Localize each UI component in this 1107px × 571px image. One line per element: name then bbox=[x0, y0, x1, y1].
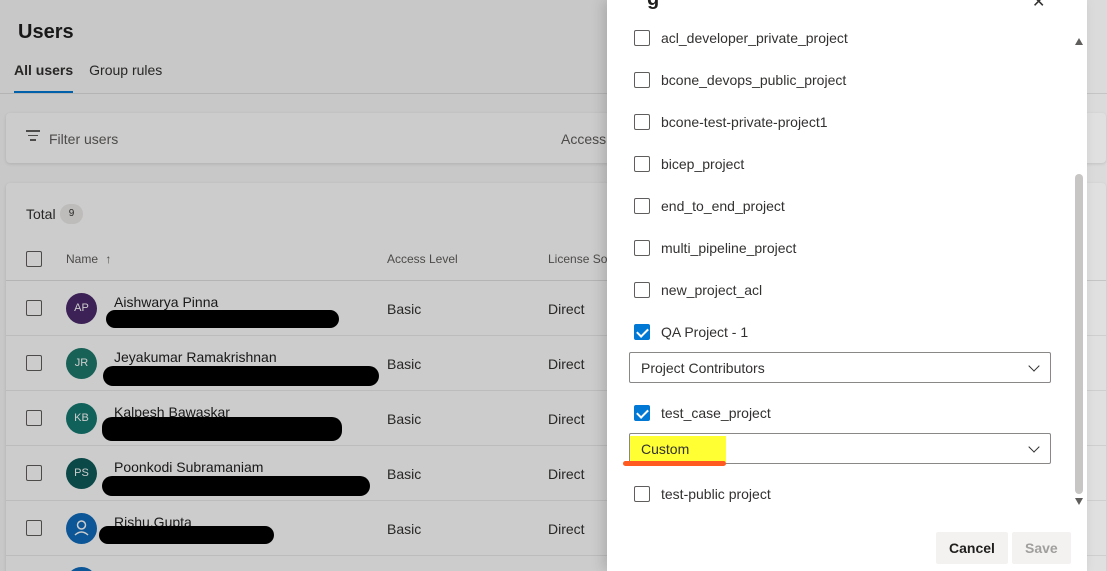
dropdown-selected-value: Custom bbox=[641, 441, 690, 457]
project-item-bcone-devops[interactable]: bcone_devops_public_project bbox=[634, 72, 846, 88]
project-label: acl_developer_private_project bbox=[661, 30, 848, 46]
chevron-down-icon bbox=[1028, 360, 1040, 372]
project-label: test-public project bbox=[661, 486, 771, 502]
project-label: bcone-test-private-project1 bbox=[661, 114, 828, 130]
project-item-bicep[interactable]: bicep_project bbox=[634, 156, 744, 172]
project-item-new-project-acl[interactable]: new_project_acl bbox=[634, 282, 762, 298]
test-case-project-role-dropdown[interactable]: Custom bbox=[623, 433, 1051, 466]
project-checkbox[interactable] bbox=[634, 240, 650, 256]
project-item-multi-pipeline[interactable]: multi_pipeline_project bbox=[634, 240, 796, 256]
project-checkbox-checked[interactable] bbox=[634, 324, 650, 340]
project-item-test-public[interactable]: test-public project bbox=[634, 486, 771, 502]
project-label: new_project_acl bbox=[661, 282, 763, 298]
save-button[interactable]: Save bbox=[1012, 532, 1071, 564]
scrollbar-thumb[interactable] bbox=[1075, 174, 1083, 494]
dropdown-selected-value: Project Contributors bbox=[641, 360, 765, 376]
panel-title: g bbox=[647, 0, 659, 11]
qa-project-role-dropdown[interactable]: Project Contributors bbox=[629, 352, 1051, 383]
chevron-down-icon bbox=[1028, 441, 1040, 453]
panel-scrollbar[interactable] bbox=[1073, 30, 1085, 510]
project-label: end_to_end_project bbox=[661, 198, 785, 214]
scroll-down-icon[interactable] bbox=[1075, 498, 1083, 505]
close-icon[interactable]: ✕ bbox=[1032, 0, 1045, 12]
project-label: bicep_project bbox=[661, 156, 745, 172]
project-checkbox[interactable] bbox=[634, 486, 650, 502]
project-item-acl-developer[interactable]: acl_developer_private_project bbox=[634, 30, 848, 46]
project-label: multi_pipeline_project bbox=[661, 240, 797, 256]
project-checkbox[interactable] bbox=[634, 114, 650, 130]
scroll-up-icon[interactable] bbox=[1075, 38, 1083, 45]
project-checkbox[interactable] bbox=[634, 72, 650, 88]
project-checkbox[interactable] bbox=[634, 198, 650, 214]
project-item-end-to-end[interactable]: end_to_end_project bbox=[634, 198, 785, 214]
modal-overlay[interactable] bbox=[0, 0, 607, 571]
project-item-bcone-test[interactable]: bcone-test-private-project1 bbox=[634, 114, 828, 130]
orange-underline-annotation bbox=[623, 461, 726, 466]
project-access-panel: g ✕ acl_developer_private_project bcone_… bbox=[607, 0, 1087, 571]
project-checkbox[interactable] bbox=[634, 30, 650, 46]
project-item-qa-project[interactable]: QA Project - 1 bbox=[634, 324, 748, 340]
project-item-test-case[interactable]: test_case_project bbox=[634, 405, 771, 421]
project-checkbox[interactable] bbox=[634, 156, 650, 172]
project-label: QA Project - 1 bbox=[661, 324, 749, 340]
project-label: test_case_project bbox=[661, 405, 771, 421]
background-edge bbox=[1087, 0, 1107, 571]
project-checkbox[interactable] bbox=[634, 282, 650, 298]
project-checkbox-checked[interactable] bbox=[634, 405, 650, 421]
cancel-button[interactable]: Cancel bbox=[936, 532, 1008, 564]
project-label: bcone_devops_public_project bbox=[661, 72, 847, 88]
